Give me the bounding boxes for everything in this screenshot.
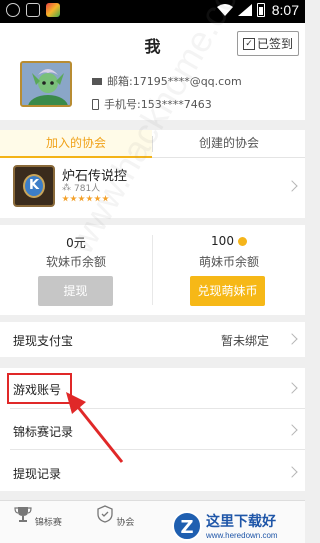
coin-icon — [238, 237, 247, 246]
page-header: 我 ✓ 已签到 — [0, 23, 305, 65]
star-icon — [102, 195, 109, 202]
tab-guild[interactable]: 协会 — [85, 505, 145, 528]
balance-section: 0元 软妹币余额 提现 100 萌妹币余额 兑现萌妹币 — [0, 225, 305, 315]
tab-tournament[interactable]: 锦标赛 — [8, 505, 68, 528]
row-value: 暂未绑定 — [221, 332, 269, 349]
cute-balance-value: 100 — [153, 234, 305, 248]
row-label: 提现支付宝 — [13, 332, 73, 349]
avatar-image — [22, 63, 72, 107]
guild-rating — [62, 195, 109, 202]
guild-section: 加入的协会 创建的协会 K 炉石传说控 ⁂ 781人 — [0, 130, 305, 218]
game-icon — [46, 3, 60, 17]
status-bar: 8:07 — [0, 0, 305, 23]
notification-icon — [6, 3, 20, 17]
cute-balance-amount: 100 — [211, 234, 234, 248]
brand-text: 这里下载好 www.heredown.com — [206, 511, 278, 540]
chevron-right-icon — [286, 466, 297, 477]
exchange-button[interactable]: 兑现萌妹币 — [190, 276, 265, 306]
soft-balance-value: 0元 — [0, 234, 152, 251]
phone-row: 手机号:153****7463 — [92, 96, 212, 112]
chevron-right-icon — [286, 180, 297, 191]
soft-balance: 0元 软妹币余额 提现 — [0, 225, 152, 315]
signin-button[interactable]: ✓ 已签到 — [237, 31, 299, 56]
battery-icon — [257, 3, 265, 17]
star-icon — [78, 195, 85, 202]
row-withdraw-records[interactable]: 提现记录 — [0, 450, 305, 491]
mail-icon — [92, 78, 102, 85]
star-icon — [94, 195, 101, 202]
soft-balance-amount: 0元 — [66, 234, 86, 251]
guild-tabs: 加入的协会 创建的协会 — [0, 130, 305, 158]
brand-logo: Z — [172, 511, 202, 541]
chevron-right-icon — [286, 333, 297, 344]
brand-main: 这里下载好 — [206, 511, 278, 531]
chevron-right-icon — [286, 424, 297, 435]
email-text: 邮箱:17195****@qq.com — [107, 73, 242, 89]
phone-icon — [92, 99, 99, 110]
avatar[interactable] — [20, 61, 72, 107]
cute-balance: 100 萌妹币余额 兑现萌妹币 — [153, 225, 305, 315]
profile-card: 邮箱:17195****@qq.com 手机号:153****7463 — [0, 65, 305, 120]
trophy-icon — [14, 505, 32, 523]
brand-sub: www.heredown.com — [206, 531, 278, 540]
brand-watermark: Z 这里下载好 www.heredown.com — [172, 508, 305, 543]
guild-member-count: 781人 — [74, 181, 100, 194]
cute-balance-label: 萌妹币余额 — [153, 253, 305, 270]
check-icon: ✓ — [243, 38, 255, 50]
soft-balance-label: 软妹币余额 — [0, 253, 152, 270]
star-icon — [86, 195, 93, 202]
members-icon: ⁂ — [62, 183, 71, 193]
guild-logo: K — [13, 165, 55, 207]
email-row: 邮箱:17195****@qq.com — [92, 73, 242, 89]
row-tournament-records[interactable]: 锦标赛记录 — [0, 409, 305, 450]
tab-joined-guilds[interactable]: 加入的协会 — [0, 130, 152, 158]
tab-label: 锦标赛 — [35, 518, 62, 528]
signal-icon — [238, 4, 252, 16]
row-alipay[interactable]: 提现支付宝 暂未绑定 — [0, 322, 305, 357]
chevron-right-icon — [286, 382, 297, 393]
tab-created-guilds[interactable]: 创建的协会 — [153, 130, 305, 158]
shield-icon — [96, 505, 114, 523]
guild-members: ⁂ 781人 — [62, 181, 100, 194]
guild-logo-letter: K — [23, 174, 45, 198]
signin-label: 已签到 — [257, 35, 293, 52]
row-label: 提现记录 — [13, 465, 61, 482]
annotation-arrow — [60, 392, 135, 467]
clock: 8:07 — [272, 2, 299, 18]
tab-label: 协会 — [116, 518, 134, 528]
star-icon — [70, 195, 77, 202]
app-icon — [26, 3, 40, 17]
star-icon — [62, 195, 69, 202]
wifi-icon — [217, 4, 233, 16]
withdraw-button[interactable]: 提现 — [38, 276, 113, 306]
phone-text: 手机号:153****7463 — [104, 96, 212, 112]
guild-list-item[interactable]: K 炉石传说控 ⁂ 781人 — [0, 162, 305, 212]
